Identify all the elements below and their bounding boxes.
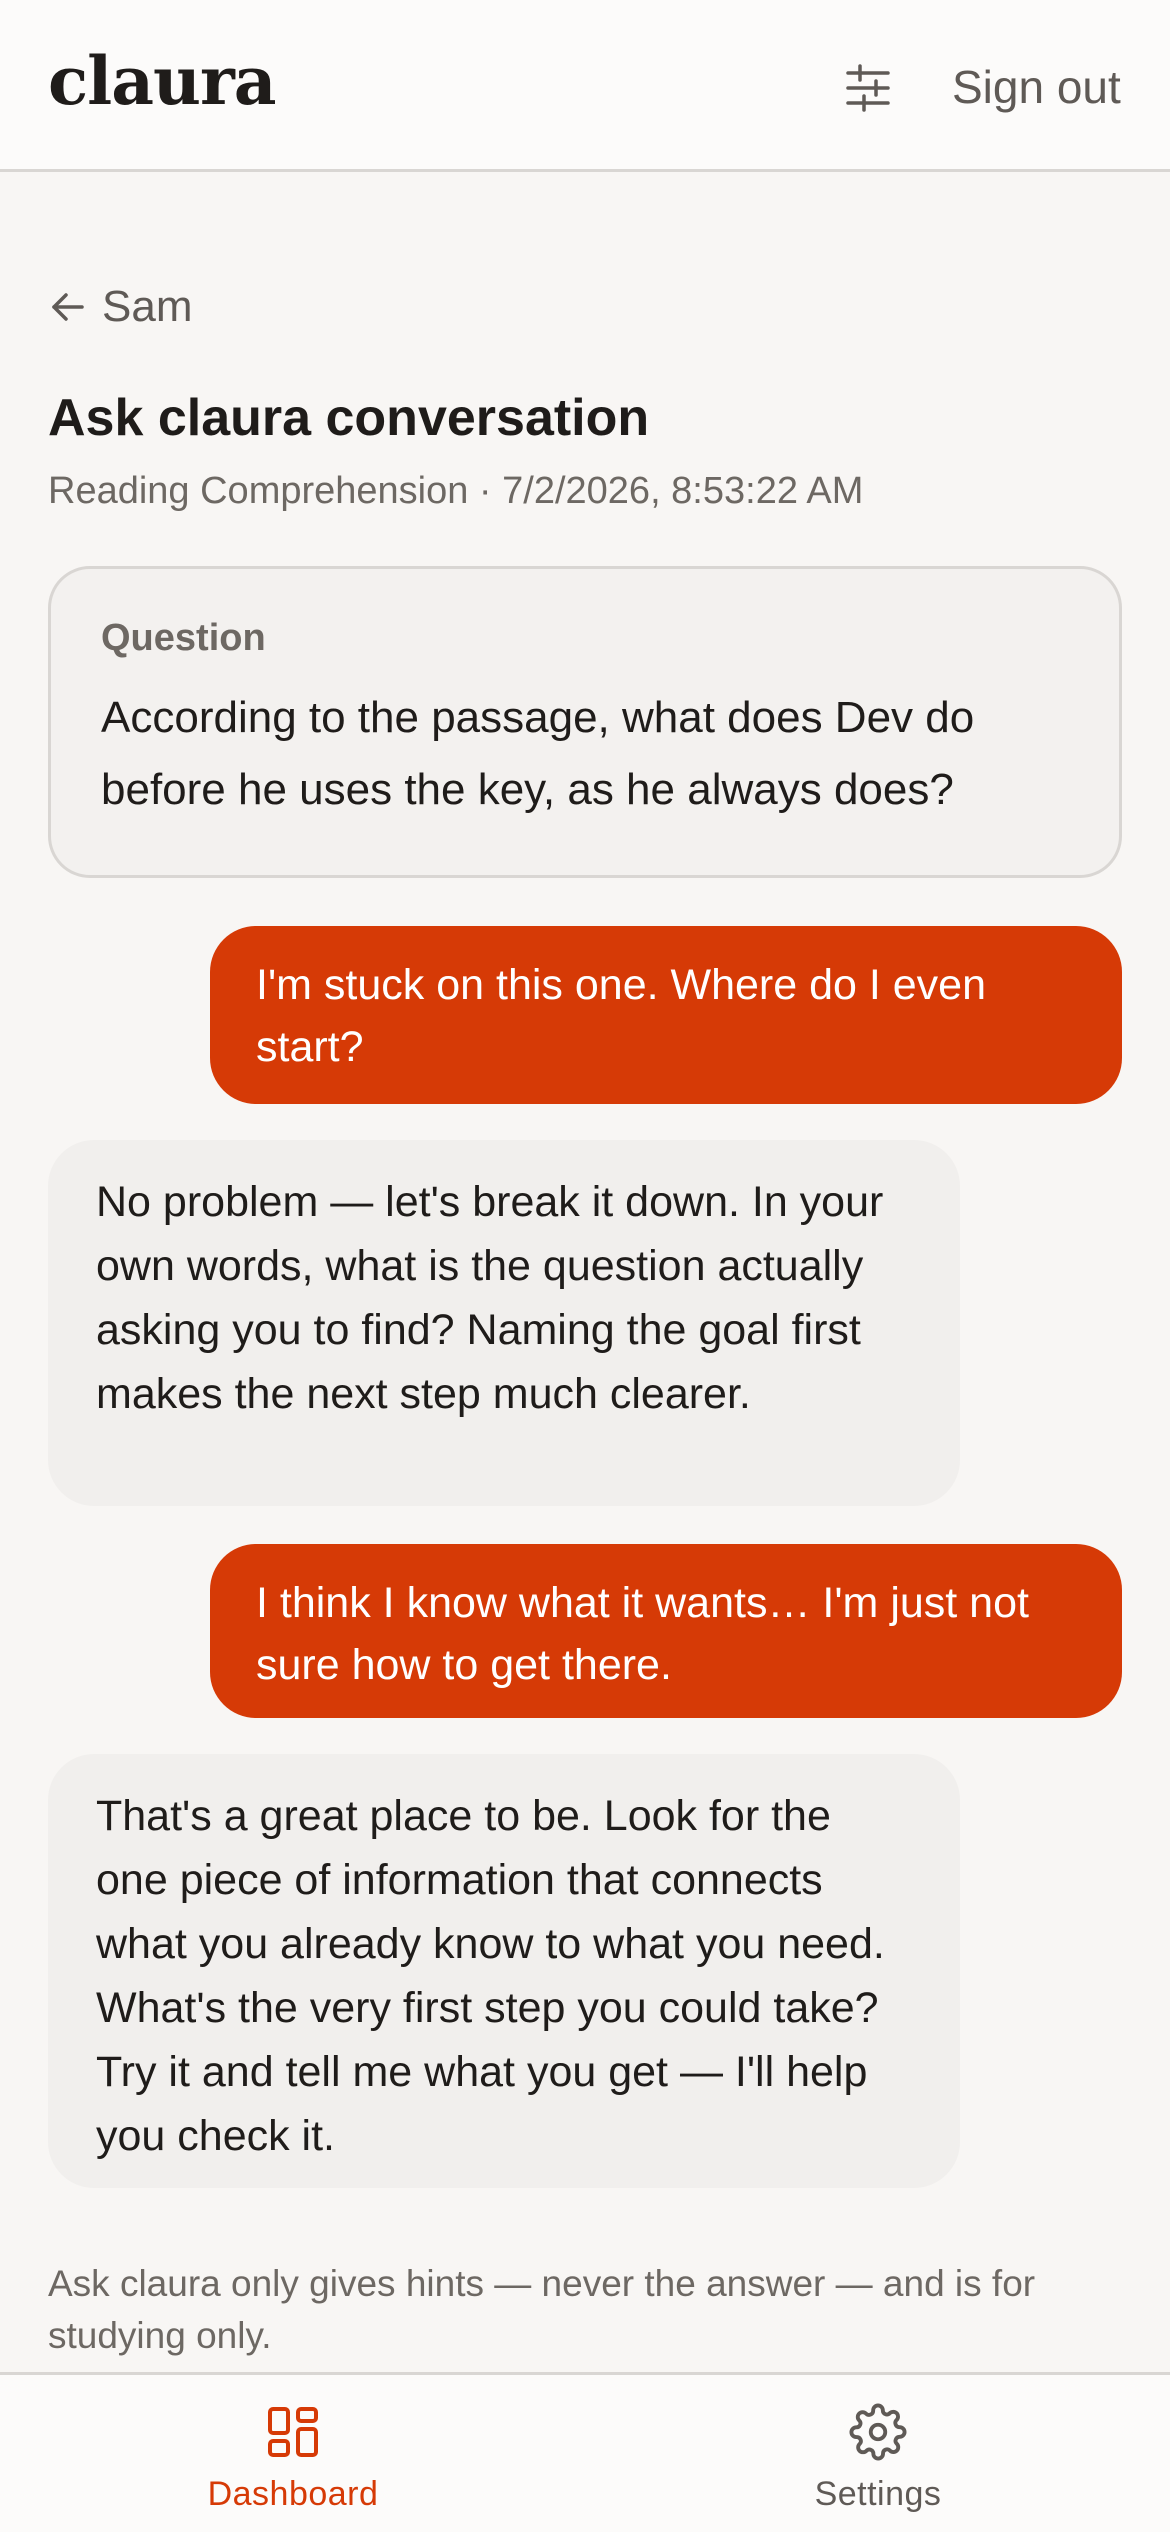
- page-title: Ask claura conversation: [48, 389, 650, 447]
- arrow-left-icon: [52, 293, 84, 321]
- user-message: I think I know what it wants… I'm just n…: [210, 1544, 1122, 1718]
- dashboard-icon: [268, 2407, 318, 2457]
- sign-out-button[interactable]: Sign out: [952, 60, 1121, 114]
- nav-label-dashboard: Dashboard: [207, 2475, 379, 2513]
- bottom-nav: Dashboard Settings: [0, 2372, 1170, 2532]
- question-card: Question According to the passage, what …: [48, 566, 1122, 878]
- back-link[interactable]: Sam: [48, 282, 192, 332]
- app-logo[interactable]: claura: [48, 42, 277, 120]
- nav-item-dashboard[interactable]: Dashboard: [143, 2403, 443, 2514]
- question-text: According to the passage, what does Dev …: [101, 693, 975, 814]
- gear-icon: [849, 2403, 907, 2461]
- nav-item-settings[interactable]: Settings: [728, 2403, 1028, 2514]
- question-label: Question: [101, 617, 266, 659]
- back-label: Sam: [102, 282, 193, 331]
- nav-label-settings: Settings: [814, 2475, 942, 2513]
- disclaimer-text: Ask claura only gives hints — never the …: [48, 2263, 1036, 2356]
- page-subtitle: Reading Comprehension · 7/2/2026, 8:53:2…: [48, 470, 864, 512]
- sliders-icon[interactable]: [842, 62, 894, 114]
- assistant-message: That's a great place to be. Look for the…: [48, 1754, 960, 2188]
- assistant-message: No problem — let's break it down. In you…: [48, 1140, 960, 1506]
- user-message: I'm stuck on this one. Where do I even s…: [210, 926, 1122, 1104]
- top-bar: claura Sign out: [0, 0, 1170, 172]
